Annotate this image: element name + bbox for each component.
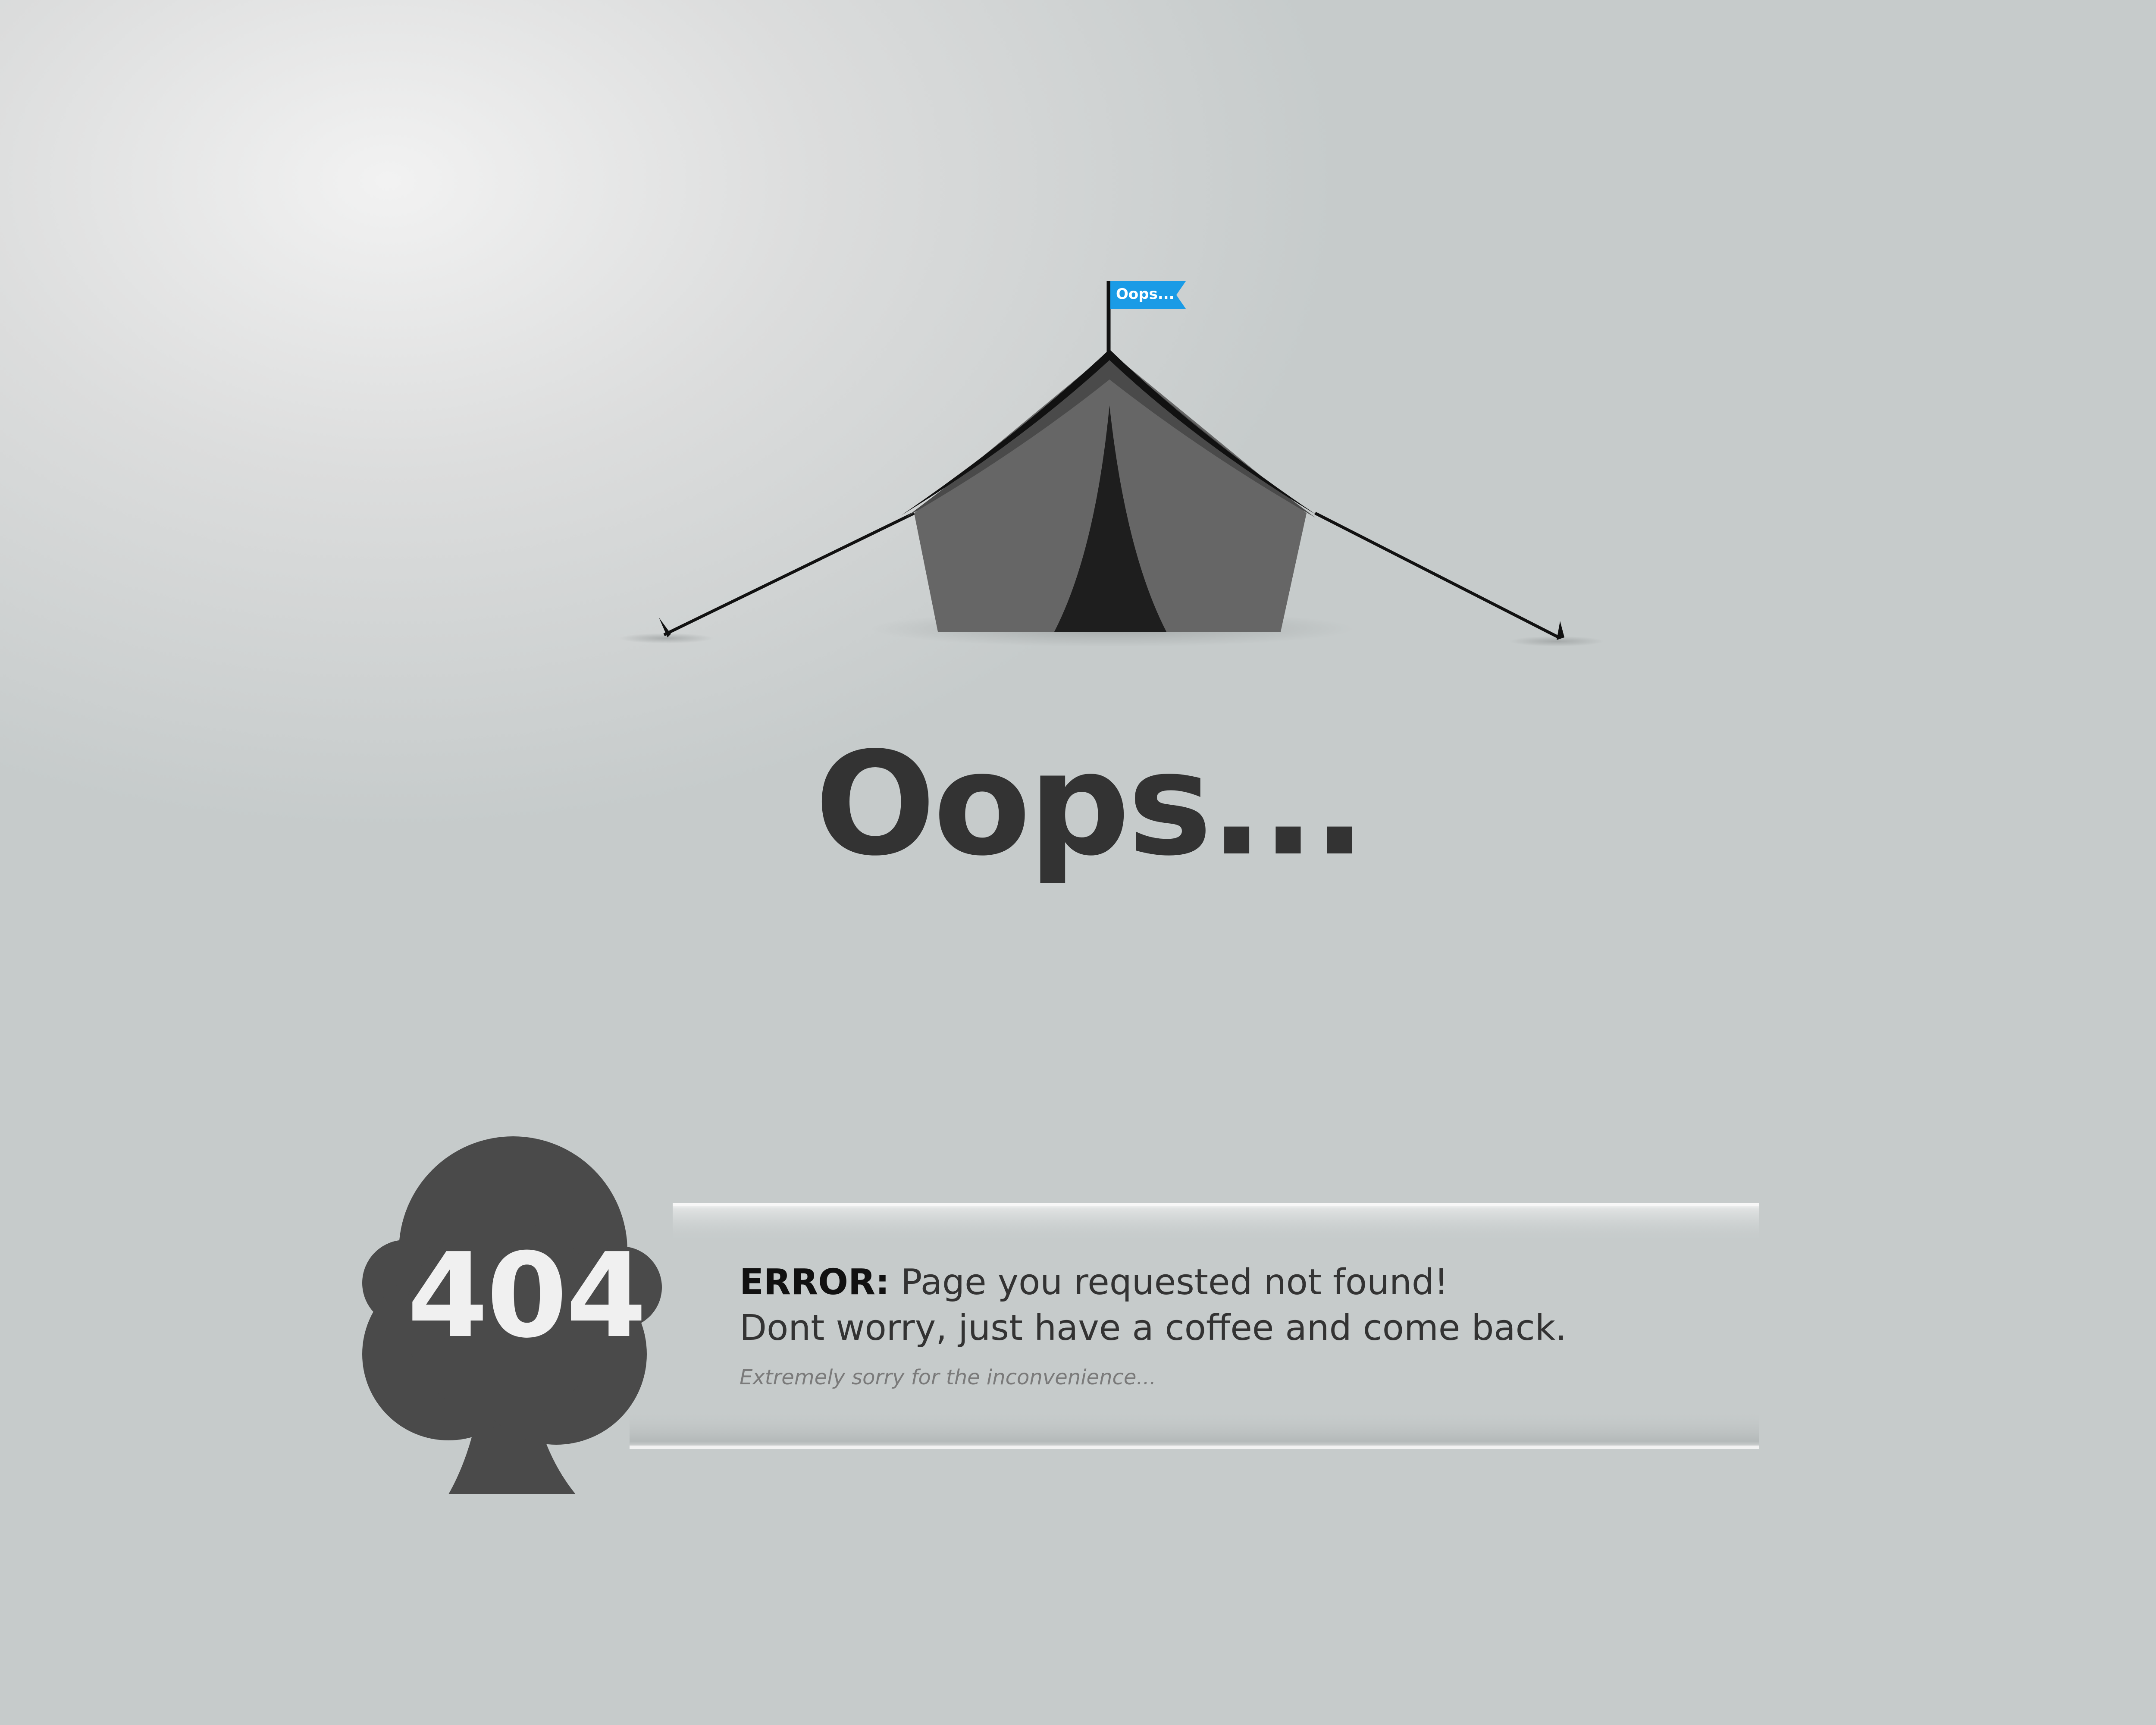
error-message: ERROR: Page you requested not found! Don… (740, 1261, 1731, 1389)
separator-bottom (630, 1410, 1759, 1449)
error-code: 404 (407, 1228, 647, 1364)
separator-top (673, 1203, 1759, 1242)
error-label: ERROR: (740, 1262, 890, 1303)
tent-icon (619, 349, 1604, 647)
error-line: ERROR: Page you requested not found! (740, 1261, 1731, 1304)
flag-label: Oops... (1116, 285, 1175, 303)
error-text: Page you requested not found! (889, 1262, 1448, 1303)
reassurance-text: Dont worry, just have a coffee and come … (740, 1308, 1567, 1349)
apology-text: Extremely sorry for the inconvenience... (740, 1365, 1156, 1389)
page-title: Oops... (815, 721, 1367, 887)
